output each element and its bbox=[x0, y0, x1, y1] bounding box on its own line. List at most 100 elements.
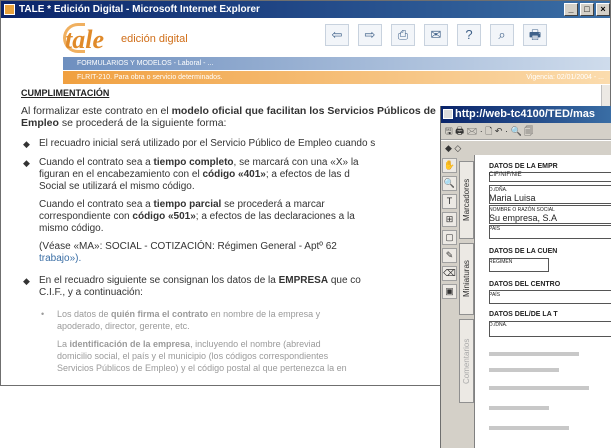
intro-text-a: Al formalizar este contrato en el bbox=[21, 105, 172, 117]
item-text: (Véase «MA»: SOCIAL - COTIZACIÓN: Régime… bbox=[39, 241, 337, 252]
section-label: DATOS DE LA CUEN bbox=[489, 248, 558, 255]
help-icon[interactable]: ? bbox=[457, 24, 481, 46]
list-item: En el recuadro siguiente se consignan lo… bbox=[39, 275, 449, 299]
item-text: figuran en el encabezamiento con el bbox=[39, 169, 203, 180]
faded-line bbox=[489, 426, 569, 430]
item-text: que co bbox=[328, 275, 361, 286]
item-text: apoderado, director, gerente, etc. bbox=[57, 321, 190, 331]
pdf-page: DATOS DE LA EMPR CIF/NIF/NIE D./DÑA. Mar… bbox=[479, 156, 611, 448]
item-text: , se marcará con una «X» la bbox=[233, 157, 359, 168]
faded-line bbox=[489, 386, 589, 390]
zoom-tool-icon[interactable]: 🔍 bbox=[442, 176, 457, 191]
logo-subtitle: edición digital bbox=[121, 33, 188, 45]
tab-miniaturas[interactable]: Miniaturas bbox=[459, 243, 474, 315]
item-text: en nombre de la empresa y bbox=[208, 309, 321, 319]
minimize-button[interactable]: _ bbox=[564, 3, 578, 16]
item-text: La bbox=[57, 339, 70, 349]
sub-bullet-icon: • bbox=[41, 309, 45, 319]
breadcrumb[interactable]: FORMULARIOS Y MODELOS - Laboral - ... bbox=[77, 60, 213, 67]
item-bold: EMPRESA bbox=[278, 275, 329, 286]
list-item: (Véase «MA»: SOCIAL - COTIZACIÓN: Régime… bbox=[39, 241, 449, 265]
tab-comentarios[interactable]: Comentarios bbox=[459, 319, 474, 403]
form-box bbox=[489, 205, 611, 224]
back-icon[interactable]: ⇦ bbox=[325, 24, 349, 46]
pdf-title-bar: http://web-tc4100/TED/mas bbox=[441, 106, 611, 123]
item-text: El recuadro inicial será utilizado por e… bbox=[39, 138, 376, 149]
pencil-tool-icon[interactable]: ✎ bbox=[442, 248, 457, 263]
hand-tool-icon[interactable]: ✋ bbox=[442, 158, 457, 173]
logo-text: tale bbox=[65, 25, 104, 54]
form-box bbox=[489, 225, 611, 239]
field-label: CIF/NIF/NIE bbox=[489, 172, 522, 178]
app-header: tale edición digital ⇦ ⇨ ⎙ ✉ ? ⌕ 🖶 bbox=[1, 18, 610, 58]
print-icon[interactable]: ⎙ bbox=[391, 24, 415, 46]
form-box bbox=[489, 185, 611, 204]
item-text: C.I.F., y a continuación: bbox=[39, 287, 143, 298]
item-text: Cuando el contrato sea a bbox=[39, 157, 154, 168]
faded-line bbox=[489, 368, 559, 372]
pdf-toolbar-icons[interactable]: 🖫 🖨 🖂 · 🗋 ↶ · 🔍 🗐 bbox=[445, 123, 533, 139]
search-icon[interactable]: ⌕ bbox=[490, 24, 514, 46]
item-code: código «501» bbox=[132, 211, 196, 222]
document-bar: FLRIT-210. Para obra o servicio determin… bbox=[63, 71, 610, 84]
breadcrumb-bar: FORMULARIOS Y MODELOS - Laboral - ... bbox=[63, 57, 610, 70]
list-item: Cuando el contrato sea a tiempo parcial … bbox=[39, 199, 449, 235]
form-box bbox=[489, 321, 611, 337]
reference-link[interactable]: trabajo»). bbox=[39, 253, 81, 264]
item-text: mismo código. bbox=[39, 223, 104, 234]
nav-toolbar: ⇦ ⇨ ⎙ ✉ ? ⌕ 🖶 bbox=[325, 24, 547, 46]
pdf-window-title: http://web-tc4100/TED/mas bbox=[455, 108, 595, 120]
sub-item: Los datos de quién firma el contrato en … bbox=[57, 308, 447, 332]
ie-title-bar: TALE * Edición Digital - Microsoft Inter… bbox=[1, 1, 610, 18]
maximize-button[interactable]: □ bbox=[580, 3, 594, 16]
printer-icon[interactable]: 🖶 bbox=[523, 24, 547, 46]
tab-marcadores[interactable]: Marcadores bbox=[459, 161, 474, 239]
list-item: El recuadro inicial será utilizado por e… bbox=[39, 138, 449, 150]
bullet-icon: ◆ bbox=[23, 139, 30, 149]
note-tool-icon[interactable]: ▢ bbox=[442, 230, 457, 245]
section-label: DATOS DE LA EMPR bbox=[489, 163, 558, 170]
mail-icon[interactable]: ✉ bbox=[424, 24, 448, 46]
item-text: , incluyendo el nombre (abreviad bbox=[190, 339, 321, 349]
intro-text-b: se procederá de la siguiente forma: bbox=[58, 117, 227, 129]
pdf-toolbar: 🖫 🖨 🖂 · 🗋 ↶ · 🔍 🗐 bbox=[441, 123, 611, 140]
ie-app-icon bbox=[443, 109, 453, 119]
faded-line bbox=[489, 352, 579, 356]
item-bold: tiempo parcial bbox=[153, 199, 222, 210]
intro-paragraph: Al formalizar este contrato en el modelo… bbox=[21, 105, 446, 129]
item-text: Los datos de bbox=[57, 309, 112, 319]
faded-line bbox=[489, 406, 549, 410]
pdf-tools: ✋ 🔍 T ⊞ ▢ ✎ ⌫ ▣ bbox=[441, 155, 458, 448]
pdf-side-panel: ✋ 🔍 T ⊞ ▢ ✎ ⌫ ▣ Marcadores Miniaturas Co… bbox=[441, 155, 475, 448]
bullet-icon: ◆ bbox=[23, 158, 30, 168]
item-text: En el recuadro siguiente se consignan lo… bbox=[39, 275, 279, 286]
item-text: correspondiente con bbox=[39, 211, 133, 222]
item-text: Cuando el contrato sea a bbox=[39, 199, 154, 210]
list-item: Cuando el contrato sea a tiempo completo… bbox=[39, 157, 449, 193]
sub-item: La identificación de la empresa, incluye… bbox=[57, 338, 447, 374]
section-label: DATOS DEL CENTRO bbox=[489, 281, 561, 288]
item-bold: tiempo completo bbox=[153, 157, 234, 168]
tale-logo: tale edición digital bbox=[63, 23, 273, 55]
item-code: código «401» bbox=[202, 169, 266, 180]
eraser-tool-icon[interactable]: ⌫ bbox=[442, 266, 457, 281]
item-text: ; a efectos de las declaraciones a la bbox=[195, 211, 355, 222]
section-label: DATOS DEL/DE LA T bbox=[489, 311, 558, 318]
forward-icon[interactable]: ⇨ bbox=[358, 24, 382, 46]
text-tool-icon[interactable]: T bbox=[442, 194, 457, 209]
ie-app-icon bbox=[4, 4, 15, 15]
pdf-nav-toolbar: ◆ ◇ bbox=[441, 141, 611, 155]
section-heading: CUMPLIMENTACIÓN bbox=[21, 88, 110, 98]
ie-window-title: TALE * Edición Digital - Microsoft Inter… bbox=[19, 4, 260, 15]
select-tool-icon[interactable]: ⊞ bbox=[442, 212, 457, 227]
item-text: Servicios Públicos de Empleo) y el códig… bbox=[57, 363, 347, 373]
vigencia-date: Vigencia: 02/01/2004 - ... bbox=[526, 74, 604, 81]
item-text: ; a efectos de las d bbox=[265, 169, 350, 180]
close-button[interactable]: × bbox=[596, 3, 610, 16]
pdf-nav-icons[interactable]: ◆ ◇ bbox=[445, 143, 461, 153]
bullet-icon: ◆ bbox=[23, 276, 30, 286]
pdf-panel-tabs: Marcadores Miniaturas Comentarios bbox=[458, 155, 475, 448]
item-text: Social se utilizará el mismo código. bbox=[39, 181, 195, 192]
item-text: se procederá a marcar bbox=[221, 199, 325, 210]
stamp-tool-icon[interactable]: ▣ bbox=[442, 284, 457, 299]
